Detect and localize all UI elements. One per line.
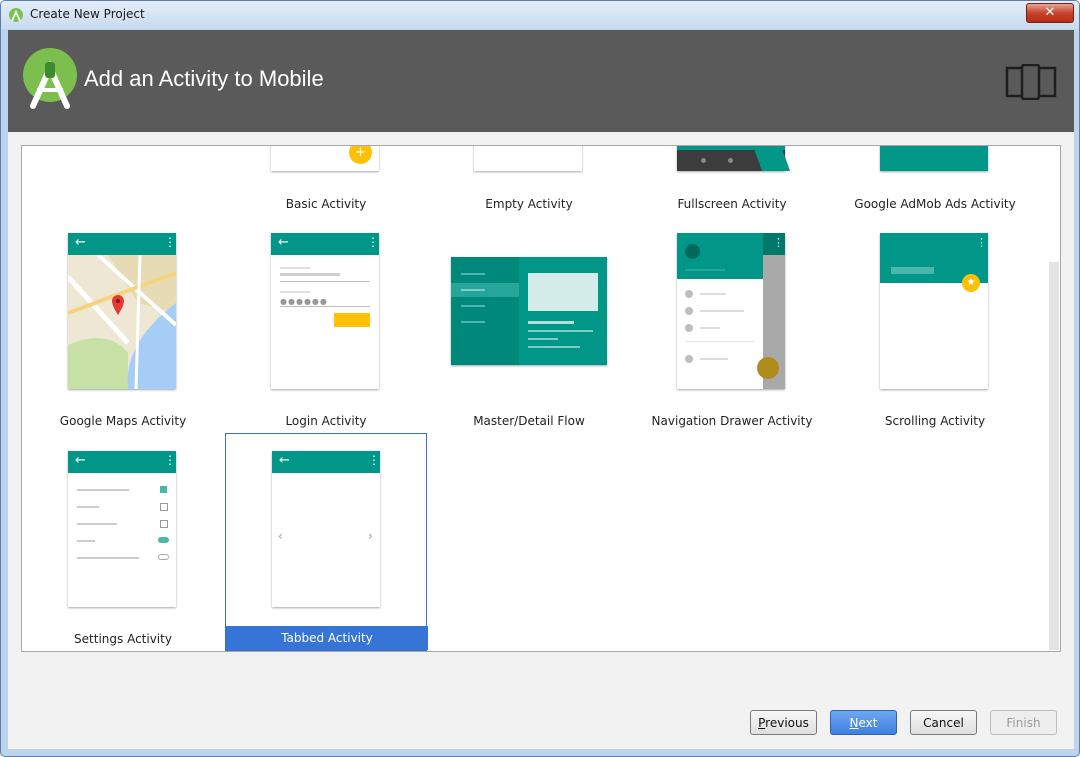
vertical-scrollbar[interactable] [1049, 262, 1059, 650]
dialog-window: Create New Project ✕ Add an Activity to … [0, 0, 1080, 757]
tile-label: Google AdMob Ads Activity [854, 197, 1016, 211]
tile-master-detail-flow[interactable]: Master/Detail Flow [428, 233, 630, 449]
scrolling-activity-thumbnail: ⋮ ★ [880, 233, 988, 389]
overflow-menu-icon: ⋮ [164, 453, 176, 467]
password-dots: ●●●●●● [280, 297, 328, 306]
tile-label: Tabbed Activity [226, 626, 428, 650]
tile-navigation-drawer-activity[interactable]: ⋮ Navigation Drawer Activity [631, 233, 833, 449]
tile-label: Scrolling Activity [884, 414, 986, 428]
activity-gallery[interactable]: + Basic Activity Empty Activity Fullscre… [21, 145, 1061, 652]
avatar [685, 244, 700, 259]
app-bar: ← ⋮ [272, 451, 380, 473]
checkbox-icon [160, 503, 168, 511]
tile-settings-activity[interactable]: ← ⋮ Settings Activity [22, 451, 224, 651]
app-bar: ← ⋮ [68, 233, 176, 255]
android-studio-icon [9, 8, 23, 22]
mnemonic: N [849, 715, 859, 730]
tile-google-maps-activity[interactable]: ← ⋮ Google Maps Activity [22, 233, 224, 449]
title-bar[interactable]: Create New Project ✕ [1, 1, 1079, 29]
next-button[interactable]: Next [830, 710, 897, 735]
checkbox-icon [160, 520, 168, 528]
tile-label: Navigation Drawer Activity [651, 414, 813, 428]
back-arrow-icon: ← [75, 453, 86, 468]
tile-label: Login Activity [285, 414, 367, 428]
back-arrow-icon: ← [279, 453, 290, 468]
mobile-device-icon [1005, 64, 1057, 100]
switch-off-icon [158, 554, 169, 560]
nav-drawer-thumbnail: ⋮ [677, 233, 785, 389]
basic-activity-thumbnail: + [271, 146, 379, 171]
master-detail-thumbnail [451, 257, 607, 365]
star-icon: ★ [962, 274, 980, 292]
tile-label: Basic Activity [285, 197, 367, 211]
tile-label: Google Maps Activity [59, 414, 187, 428]
app-bar: ← ⋮ [271, 233, 379, 255]
android-studio-logo [23, 48, 77, 109]
fab-icon [757, 357, 779, 379]
chevron-right-icon: › [368, 529, 373, 543]
overflow-menu-icon: ⋮ [773, 236, 784, 249]
admob-activity-thumbnail [880, 146, 988, 171]
close-button[interactable]: ✕ [1026, 3, 1074, 23]
wizard-header: Add an Activity to Mobile [8, 30, 1074, 132]
switch-on-icon [158, 537, 169, 543]
button-label: revious [765, 715, 809, 730]
sign-in-button-preview [334, 313, 370, 327]
tile-label: Empty Activity [485, 197, 573, 211]
overflow-menu-icon: ⋮ [367, 235, 379, 249]
cancel-button[interactable]: Cancel [910, 710, 977, 735]
page-title: Add an Activity to Mobile [84, 66, 324, 91]
tabbed-activity-thumbnail: ← ⋮ ‹ › [272, 451, 380, 607]
map-illustration [66, 253, 178, 390]
overflow-menu-icon: ⋮ [164, 235, 176, 249]
overflow-menu-icon: ⋮ [368, 453, 380, 467]
overflow-menu-icon: ⋮ [976, 236, 987, 249]
tile-label: Settings Activity [74, 632, 172, 646]
tile-label: Fullscreen Activity [677, 197, 787, 211]
window-title: Create New Project [30, 7, 145, 21]
finish-button[interactable]: Finish [990, 710, 1057, 735]
empty-activity-thumbnail [474, 146, 582, 171]
back-arrow-icon: ← [75, 235, 86, 250]
chevron-left-icon: ‹ [278, 529, 283, 543]
checkbox-checked-icon [160, 486, 167, 493]
fab-icon: + [349, 146, 372, 164]
app-bar: ← ⋮ [68, 451, 176, 473]
settings-activity-thumbnail: ← ⋮ [68, 451, 176, 607]
fullscreen-activity-thumbnail [677, 146, 791, 171]
login-activity-thumbnail: ← ⋮ ●●●●●● [271, 233, 379, 389]
tile-tabbed-activity[interactable]: ← ⋮ ‹ › Tabbed Activity [225, 433, 428, 651]
back-arrow-icon: ← [278, 235, 289, 250]
tile-label: Master/Detail Flow [473, 414, 585, 428]
previous-button[interactable]: Previous [750, 710, 817, 735]
maps-activity-thumbnail: ← ⋮ [66, 233, 178, 390]
tile-scrolling-activity[interactable]: ⋮ ★ Scrolling Activity [834, 233, 1036, 449]
dialog-content: Add an Activity to Mobile + Basic Activi… [8, 30, 1074, 749]
button-label: ext [858, 715, 878, 730]
tile-login-activity[interactable]: ← ⋮ ●●●●●● Login Activity [225, 233, 427, 449]
